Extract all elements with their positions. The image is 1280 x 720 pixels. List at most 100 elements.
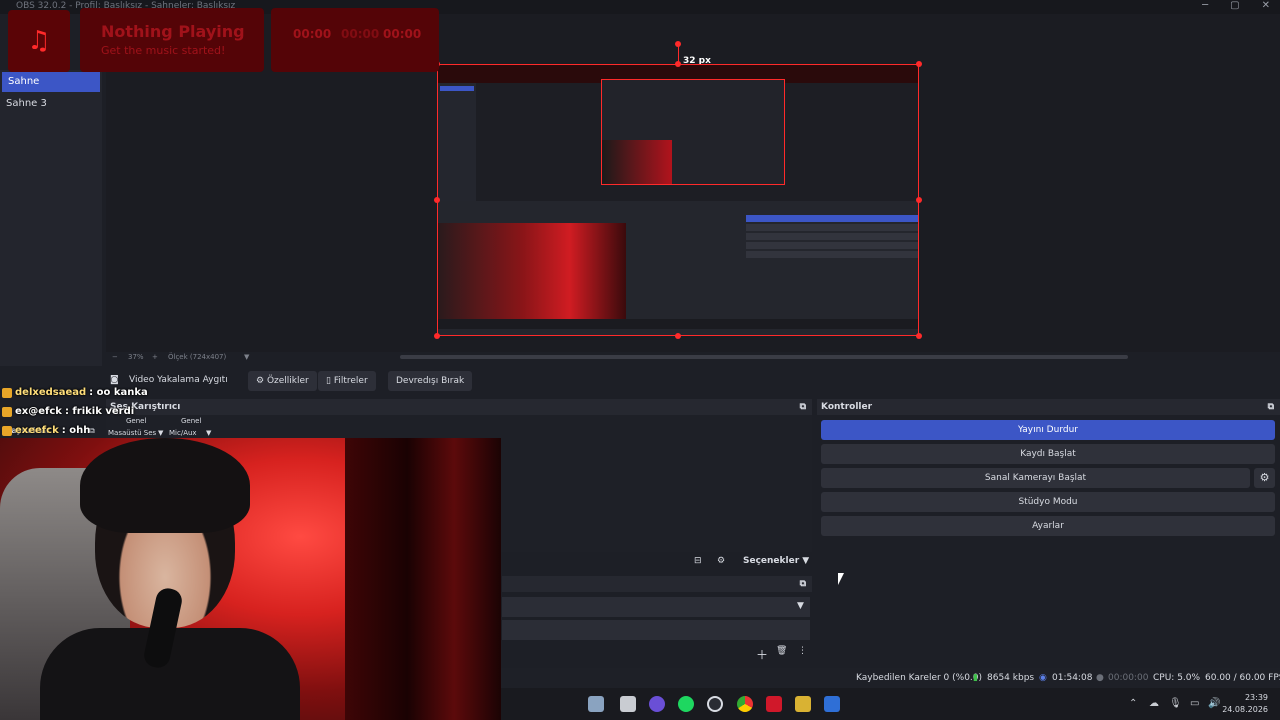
- chevron-down-icon[interactable]: ▼: [206, 429, 211, 437]
- source-context-bar: ◙ Video Yakalama Aygıtı ⚙ Özellikler ▯ F…: [102, 368, 1280, 394]
- nested-preview: [601, 79, 785, 185]
- close-icon[interactable]: ✕: [1262, 0, 1270, 11]
- source-row[interactable]: [502, 620, 810, 640]
- selected-source-canvas[interactable]: [437, 64, 919, 336]
- nested-taskbar: [438, 319, 918, 329]
- cpu-usage: CPU: 5.0%: [1153, 673, 1201, 683]
- chevron-up-icon[interactable]: ⌃: [1129, 698, 1137, 709]
- mixer-tab-2[interactable]: Genel: [181, 417, 201, 425]
- network-icon[interactable]: ▭: [1190, 698, 1199, 709]
- stop-stream-button[interactable]: Yayını Durdur: [821, 420, 1275, 440]
- now-playing-subtitle: Get the music started!: [101, 44, 226, 57]
- undock-icon[interactable]: ⧉: [800, 399, 806, 415]
- chat-overlay: delxedsaead : oo kanka ex@efck : frikik …: [2, 383, 148, 440]
- discord-icon[interactable]: [649, 696, 665, 712]
- system-clock[interactable]: 23:39 24.08.2026: [1222, 692, 1268, 716]
- mouse-cursor: [838, 573, 849, 585]
- resize-handle-b[interactable]: [675, 333, 681, 339]
- add-source-icon[interactable]: ＋: [756, 646, 768, 663]
- maximize-icon[interactable]: ▢: [1230, 0, 1239, 11]
- nested-scenes: [438, 83, 476, 203]
- chrome-icon[interactable]: [737, 696, 753, 712]
- sources-dock-header: ⧉: [502, 576, 812, 592]
- resize-handle-bl[interactable]: [434, 333, 440, 339]
- settings-button[interactable]: Ayarlar: [821, 516, 1275, 536]
- filters-label: Filtreler: [333, 376, 368, 386]
- time-progress: 00:00: [341, 27, 380, 41]
- virtual-camera-settings-icon[interactable]: ⚙: [1254, 468, 1275, 488]
- chat-text: : oo kanka: [89, 387, 148, 398]
- now-playing-title: Nothing Playing: [101, 22, 245, 41]
- chat-username: delxedsaead: [15, 387, 87, 398]
- file-explorer-icon[interactable]: [588, 696, 604, 712]
- properties-button[interactable]: ⚙ Özellikler: [248, 371, 317, 391]
- chat-message: delxedsaead : oo kanka: [2, 383, 148, 402]
- trash-icon[interactable]: 🗑: [776, 646, 787, 656]
- status-bar: Kaybedilen Kareler 0 (%0.0) ▮ 8654 kbps …: [501, 668, 1280, 688]
- badge-icon: [2, 425, 12, 436]
- microphone-icon[interactable]: 🎙: [1169, 698, 1182, 709]
- bitrate: 8654 kbps: [987, 673, 1035, 683]
- mixer-channel-mic[interactable]: Mic/Aux: [169, 429, 197, 437]
- chat-text: : ohh: [61, 425, 91, 436]
- undock-icon[interactable]: ⧉: [1268, 399, 1274, 415]
- options-label: Seçenekler: [743, 556, 800, 566]
- scale-label: Ölçek (724x407): [168, 353, 227, 361]
- chat-username: ex@efck: [15, 406, 62, 417]
- badge-icon: [2, 387, 12, 398]
- badge-icon: [2, 406, 12, 417]
- resize-handle-br[interactable]: [916, 333, 922, 339]
- cloud-icon[interactable]: ☁: [1149, 698, 1159, 709]
- layout-icon[interactable]: ⊟: [694, 556, 702, 566]
- preview-scrollbar[interactable]: [400, 355, 1128, 359]
- filter-icon: ▯: [326, 376, 331, 386]
- properties-label: Özellikler: [266, 376, 309, 386]
- stream-icon: ◉: [1039, 673, 1047, 683]
- resize-handle-l[interactable]: [434, 197, 440, 203]
- filters-button[interactable]: ▯ Filtreler: [318, 371, 376, 391]
- window-icon[interactable]: [620, 696, 636, 712]
- start-record-button[interactable]: Kaydı Başlat: [821, 444, 1275, 464]
- obs-icon[interactable]: [707, 696, 723, 712]
- fps: 60.00 / 60.00 FPS: [1205, 673, 1280, 683]
- time-total: 00:00: [383, 27, 422, 41]
- music-timer: 00:00 00:00 00:00: [271, 8, 439, 72]
- curtain: [345, 438, 501, 720]
- chevron-down-icon[interactable]: ▼: [158, 429, 163, 437]
- volume-icon[interactable]: 🔊: [1208, 698, 1220, 709]
- chat-text: : frikik verdi: [64, 406, 135, 417]
- clock-date: 24.08.2026: [1222, 705, 1268, 714]
- gear-icon: ⚙: [256, 376, 265, 386]
- chevron-down-icon[interactable]: ▼: [797, 601, 804, 611]
- deactivate-button[interactable]: Devredışı Bırak: [388, 371, 473, 391]
- record-icon: ●: [1096, 673, 1104, 683]
- scale-dropdown-icon[interactable]: ▼: [244, 353, 249, 361]
- options-button[interactable]: Seçenekler ▼: [743, 556, 809, 566]
- controls-title: Kontroller: [821, 402, 873, 412]
- app-yellow-icon[interactable]: [795, 696, 811, 712]
- app-red-icon[interactable]: [766, 696, 782, 712]
- scene-item-sahne-3[interactable]: Sahne 3: [0, 94, 102, 114]
- resize-handle-r[interactable]: [916, 197, 922, 203]
- chat-message: ex@efck : frikik verdi: [2, 402, 148, 421]
- advanced-audio-icon[interactable]: ⚙: [717, 556, 725, 566]
- zoom-in-icon[interactable]: +: [152, 353, 158, 361]
- more-icon[interactable]: ⋮: [798, 646, 807, 656]
- spotify-icon[interactable]: [678, 696, 694, 712]
- source-row[interactable]: [502, 597, 810, 617]
- mixer-dock-header: Ses Karıştırıcı ⧉: [106, 399, 812, 415]
- scene-item-sahne[interactable]: Sahne: [2, 72, 100, 92]
- start-virtual-camera-button[interactable]: Sanal Kamerayı Başlat: [821, 468, 1250, 488]
- clock-time: 23:39: [1244, 693, 1268, 702]
- streamer-hair: [80, 438, 250, 533]
- app-blue-icon[interactable]: [824, 696, 840, 712]
- undock-icon[interactable]: ⧉: [800, 576, 806, 592]
- resize-handle-t[interactable]: [675, 61, 681, 67]
- minimize-icon[interactable]: ─: [1202, 0, 1208, 11]
- resize-handle-tr[interactable]: [916, 61, 922, 67]
- chat-username: exeefck: [15, 425, 59, 436]
- zoom-out-icon[interactable]: −: [112, 353, 118, 361]
- time-elapsed: 00:00: [293, 27, 332, 41]
- studio-mode-button[interactable]: Stüdyo Modu: [821, 492, 1275, 512]
- music-note-icon: ♫: [8, 10, 70, 72]
